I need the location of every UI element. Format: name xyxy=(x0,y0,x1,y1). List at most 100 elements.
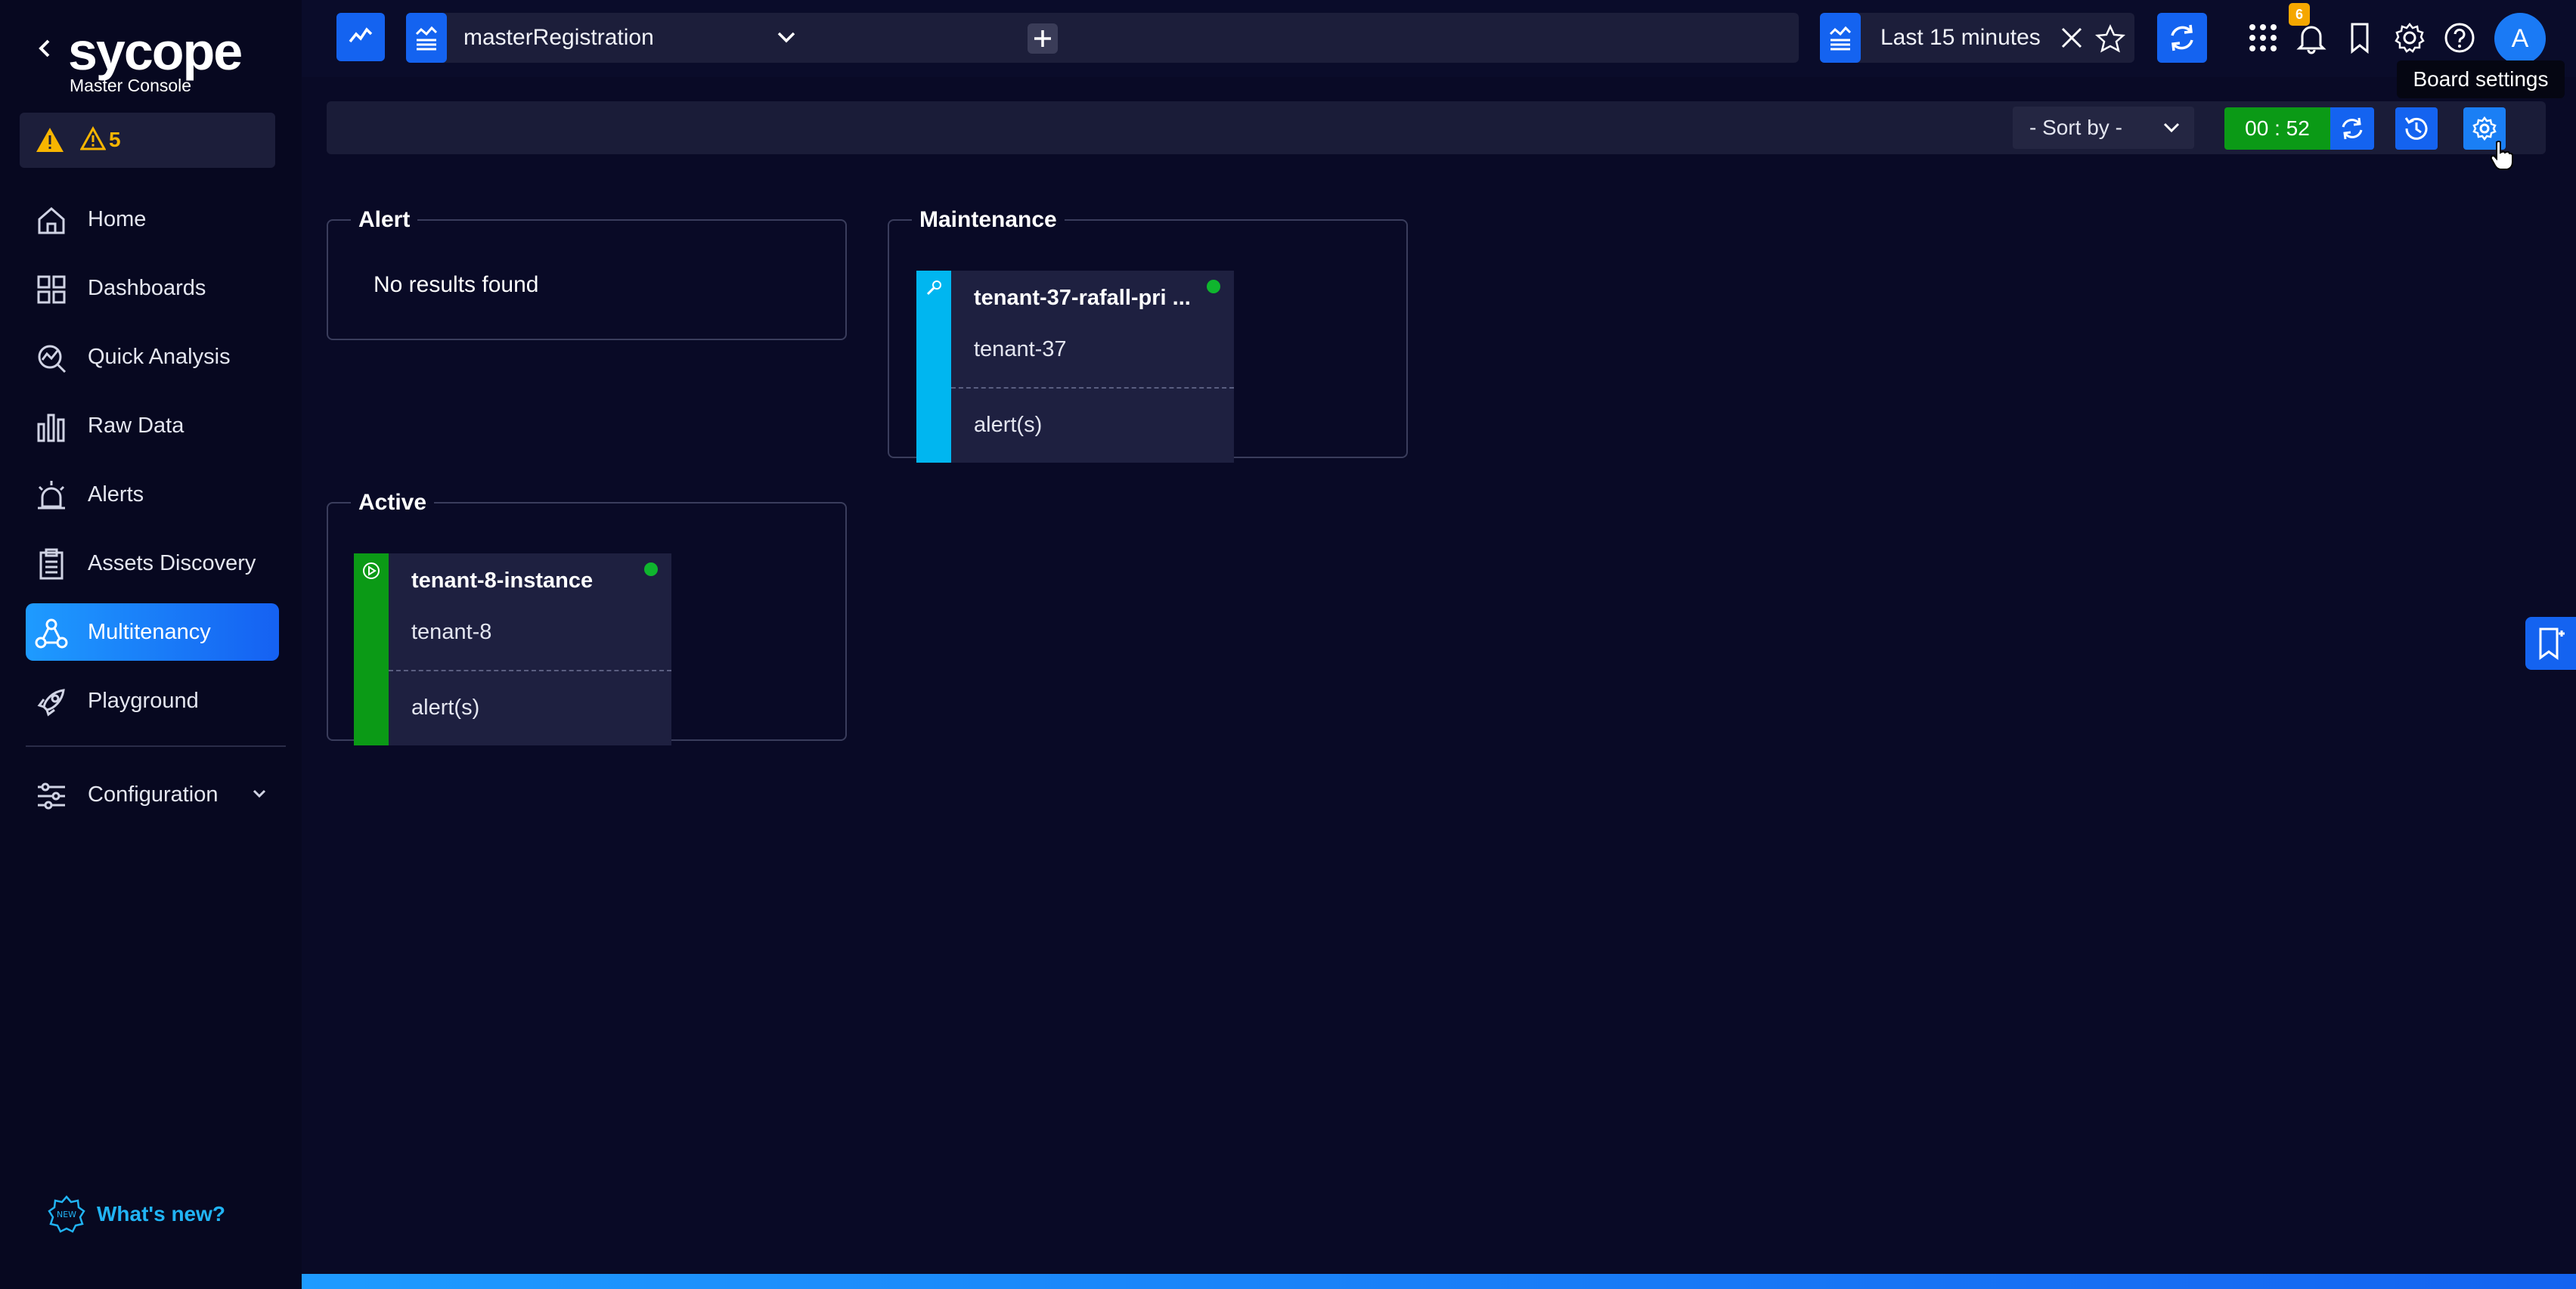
group-maintenance: Maintenance tenant-37-rafall-pri ... ten… xyxy=(888,207,1408,463)
group-alert: Alert No results found xyxy=(327,207,847,340)
alert-count: 5 xyxy=(109,128,121,151)
sidebar-item-label: Raw Data xyxy=(88,414,184,438)
logo-text: sycope xyxy=(68,22,243,81)
refresh-button[interactable] xyxy=(2157,13,2207,63)
status-stripe xyxy=(916,271,951,463)
empty-message: No results found xyxy=(374,272,539,297)
sidebar-item-label: Multitenancy xyxy=(88,620,211,644)
alert-summary[interactable]: 5 xyxy=(20,113,275,168)
group-title: Maintenance xyxy=(919,207,1057,232)
history-button[interactable] xyxy=(2395,107,2438,150)
dashboard-name: masterRegistration xyxy=(463,25,654,50)
dashboard-selector-bar[interactable]: masterRegistration xyxy=(406,13,1902,63)
sidebar-item-quick-analysis[interactable]: Quick Analysis xyxy=(26,328,279,386)
sidebar-item-label: Playground xyxy=(88,689,199,713)
gear-icon[interactable] xyxy=(2393,21,2426,54)
raw-data-icon xyxy=(37,414,65,442)
sort-select-label: - Sort by - xyxy=(2029,116,2122,139)
chevron-down-icon[interactable] xyxy=(775,28,798,48)
card-divider xyxy=(389,670,671,671)
star-icon[interactable] xyxy=(2095,23,2125,54)
sliders-icon xyxy=(38,782,65,810)
sidebar-divider xyxy=(26,745,286,747)
time-range-label: Last 15 minutes xyxy=(1880,25,2041,50)
refresh-icon xyxy=(2171,24,2193,51)
card-divider xyxy=(951,387,1234,389)
plus-icon xyxy=(1034,30,1051,47)
logo: sycope Master Console xyxy=(30,21,287,97)
sidebar-item-label: Alerts xyxy=(88,482,144,507)
add-button[interactable] xyxy=(1028,23,1058,54)
svg-text:NEW: NEW xyxy=(57,1210,76,1219)
auto-refresh-timer[interactable]: 00 : 52 xyxy=(2224,107,2330,150)
whats-new-link[interactable]: NEW What's new? xyxy=(47,1191,274,1237)
sidebar-item-configuration[interactable]: Configuration xyxy=(26,766,279,823)
tooltip: Board settings xyxy=(2397,60,2565,98)
chevron-down-icon[interactable] xyxy=(250,786,269,801)
rocket-icon xyxy=(37,689,65,717)
card-title: tenant-8-instance xyxy=(411,569,594,593)
wrench-icon xyxy=(926,280,941,296)
analytics-button[interactable] xyxy=(336,13,385,61)
logo-subtitle: Master Console xyxy=(70,76,192,95)
alarm-icon xyxy=(38,481,65,510)
bookmark-icon[interactable] xyxy=(2345,21,2375,54)
history-icon xyxy=(2404,117,2428,140)
sidebar-item-label: Dashboards xyxy=(88,276,206,300)
group-active: Active tenant-8-instance tenant-8 alert(… xyxy=(327,490,847,745)
group-title: Alert xyxy=(358,207,411,232)
bottom-progress-bar xyxy=(302,1274,2576,1289)
board-toolbar: - Sort by - 00 : 52 xyxy=(327,101,2546,154)
new-badge-icon: NEW xyxy=(48,1195,85,1233)
card-alerts: alert(s) xyxy=(974,413,1043,437)
close-icon[interactable] xyxy=(2059,25,2085,51)
tenant-card[interactable]: tenant-37-rafall-pri ... tenant-37 alert… xyxy=(916,271,1234,463)
sidebar-item-home[interactable]: Home xyxy=(26,191,279,248)
sidebar-item-raw-data[interactable]: Raw Data xyxy=(26,397,279,454)
crown-chart-icon xyxy=(415,26,438,51)
top-bar: masterRegistration Last 15 minutes 6 A xyxy=(302,0,2576,77)
tenant-card[interactable]: tenant-8-instance tenant-8 alert(s) xyxy=(354,553,671,745)
timer-refresh-button[interactable] xyxy=(2330,107,2374,150)
crown-chart-icon xyxy=(1829,26,1852,51)
card-alerts: alert(s) xyxy=(411,696,480,720)
avatar[interactable]: A xyxy=(2494,13,2546,64)
dashboard-type-icon-box xyxy=(406,13,447,63)
sidebar-item-multitenancy[interactable]: Multitenancy xyxy=(26,603,279,661)
bell-icon[interactable] xyxy=(2295,21,2328,54)
sidebar-item-label: Assets Discovery xyxy=(88,551,256,575)
card-tenant: tenant-8 xyxy=(411,620,492,644)
sidebar-item-dashboards[interactable]: Dashboards xyxy=(26,259,279,317)
warning-outline-icon xyxy=(80,126,106,150)
time-range-picker[interactable]: Last 15 minutes xyxy=(1820,13,2134,63)
chevron-left-icon[interactable] xyxy=(33,33,56,64)
chevron-down-icon xyxy=(2163,122,2180,133)
hand-cursor-icon xyxy=(2490,141,2513,170)
time-range-icon-box xyxy=(1820,13,1861,63)
sort-select[interactable]: - Sort by - xyxy=(2013,107,2194,149)
whats-new-label: What's new? xyxy=(97,1202,225,1225)
sidebar-item-assets-discovery[interactable]: Assets Discovery xyxy=(26,535,279,592)
sidebar-item-label: Home xyxy=(88,207,147,231)
apps-grid-icon[interactable] xyxy=(2246,21,2280,54)
sidebar-item-label: Quick Analysis xyxy=(88,345,231,369)
clipboard-icon xyxy=(39,548,64,580)
warning-icon xyxy=(36,128,64,152)
group-title: Active xyxy=(358,490,427,515)
sidebar-item-alerts[interactable]: Alerts xyxy=(26,466,279,523)
dashboards-icon xyxy=(37,275,66,304)
card-title: tenant-37-rafall-pri ... xyxy=(974,286,1191,310)
sidebar: sycope Master Console 5 Home Dashboards xyxy=(0,0,302,1289)
home-icon xyxy=(38,207,65,234)
help-icon[interactable] xyxy=(2443,21,2476,54)
sidebar-item-playground[interactable]: Playground xyxy=(26,672,279,730)
multitenancy-icon xyxy=(35,618,68,649)
status-stripe xyxy=(354,553,389,745)
play-circle-icon xyxy=(363,562,380,579)
quick-analysis-icon xyxy=(38,345,67,373)
bookmark-add-icon xyxy=(2539,627,2565,660)
add-bookmark-tab[interactable] xyxy=(2525,617,2576,670)
card-tenant: tenant-37 xyxy=(974,337,1067,361)
activity-icon xyxy=(349,27,373,43)
refresh-icon xyxy=(2342,117,2363,140)
